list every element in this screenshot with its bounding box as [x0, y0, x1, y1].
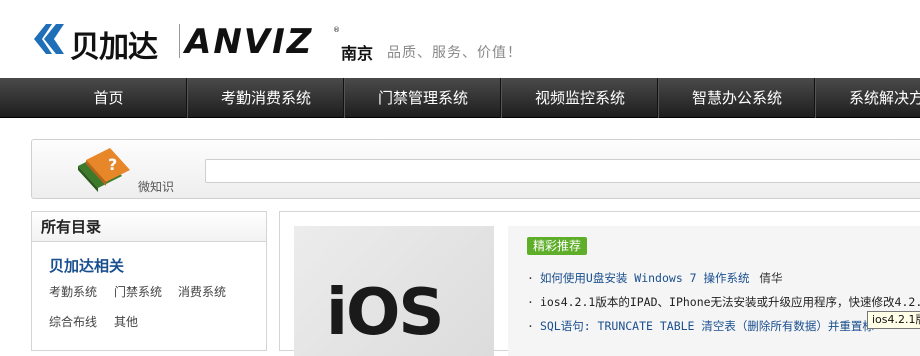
nav-item-smart-office[interactable]: 智慧办公系统: [659, 78, 815, 118]
nav-item-access-control[interactable]: 门禁管理系统: [345, 78, 501, 118]
knowledge-search-input[interactable]: [205, 159, 920, 183]
brand-name-cn: 贝加达: [70, 30, 158, 65]
article-title[interactable]: 如何使用U盘安装 Windows 7 操作系统: [540, 271, 750, 285]
slogan: 品质、服务、价值！: [387, 45, 522, 61]
logo-divider: [179, 24, 180, 58]
main-nav: 首页 考勤消费系统 门禁管理系统 视频监控系统 智慧办公系统 系统解决方: [0, 78, 920, 118]
sidebar-link-access[interactable]: 门禁系统: [114, 283, 162, 300]
sidebar-link-consumption[interactable]: 消费系统: [178, 283, 226, 300]
hover-tooltip: ios4.2.1版: [867, 311, 920, 329]
featured-badge: 精彩推荐: [527, 237, 588, 255]
anviz-arrow-logo-icon[interactable]: [30, 20, 68, 58]
svg-text:?: ?: [108, 155, 117, 174]
bullet: ·: [527, 295, 534, 309]
sidebar-link-other[interactable]: 其他: [114, 313, 138, 330]
article-title[interactable]: ios4.2.1版本的IPAD、IPhone无法安装或升级应用程序，快速修改4.…: [540, 295, 920, 309]
brand-city: 南京: [341, 44, 374, 63]
registered-mark: ®: [333, 26, 340, 34]
article-item[interactable]: · ios4.2.1版本的IPAD、IPhone无法安装或升级应用程序，快速修改4…: [527, 294, 920, 310]
sidebar-title: 所有目录: [32, 212, 266, 242]
site-header: 贝加达 ANVIZ ® 南京 品质、服务、价值！: [0, 0, 920, 78]
nav-item-video-surveillance[interactable]: 视频监控系统: [502, 78, 658, 118]
books-icon: ?: [78, 148, 130, 192]
brand-name-en: ANVIZ: [185, 22, 314, 62]
nav-item-solutions[interactable]: 系统解决方: [816, 78, 920, 118]
bullet: ·: [527, 271, 534, 285]
bullet: ·: [527, 319, 534, 333]
sidebar-link-cabling[interactable]: 综合布线: [49, 313, 97, 330]
sidebar-link-attendance[interactable]: 考勤系统: [49, 283, 97, 300]
sidebar-category-anviz[interactable]: 贝加达相关: [49, 255, 124, 276]
knowledge-label: 微知识: [138, 180, 175, 194]
category-sidebar: 所有目录 贝加达相关 考勤系统 门禁系统 消费系统 综合布线 其他: [31, 211, 267, 351]
article-item[interactable]: · SQL语句: TRUNCATE TABLE 清空表（删除所有数据）并重置标: [527, 318, 874, 334]
article-title[interactable]: SQL语句: TRUNCATE TABLE 清空表（删除所有数据）并重置标: [540, 319, 874, 333]
promo-image[interactable]: iOS: [294, 226, 494, 356]
nav-item-home[interactable]: 首页: [30, 78, 187, 118]
promo-image-text: iOS: [326, 276, 444, 350]
article-author: 倩华: [759, 271, 783, 285]
knowledge-bar: ? 微知识: [31, 139, 920, 199]
nav-item-attendance[interactable]: 考勤消费系统: [188, 78, 344, 118]
article-item[interactable]: · 如何使用U盘安装 Windows 7 操作系统 倩华: [527, 270, 783, 286]
